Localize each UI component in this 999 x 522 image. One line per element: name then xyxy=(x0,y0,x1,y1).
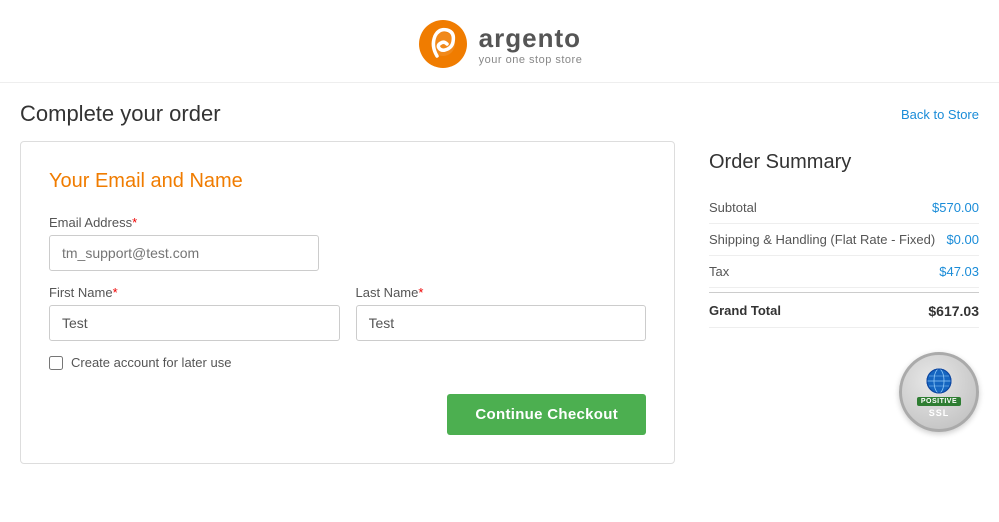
logo-icon xyxy=(417,18,469,70)
subtotal-value: $570.00 xyxy=(932,200,979,215)
last-name-required-star: * xyxy=(418,285,423,300)
email-group: Email Address* xyxy=(49,215,319,271)
tax-value: $47.03 xyxy=(939,264,979,279)
button-row: Continue Checkout xyxy=(49,394,646,435)
email-label: Email Address* xyxy=(49,215,319,230)
ssl-badge: POSITIVE SSL xyxy=(899,352,979,432)
email-input[interactable] xyxy=(49,235,319,271)
form-section-title: Your Email and Name xyxy=(49,170,646,193)
order-summary-title: Order Summary xyxy=(709,151,979,174)
first-name-label: First Name* xyxy=(49,285,340,300)
logo-tagline: your one stop store xyxy=(479,54,583,66)
main-content: Your Email and Name Email Address* First… xyxy=(20,141,979,464)
logo: argento your one stop store xyxy=(417,18,583,70)
order-summary-panel: Order Summary Subtotal $570.00 Shipping … xyxy=(699,141,979,432)
shipping-value: $0.00 xyxy=(946,232,979,247)
page-title: Complete your order xyxy=(20,101,221,127)
create-account-label[interactable]: Create account for later use xyxy=(71,355,231,370)
first-name-input[interactable] xyxy=(49,305,340,341)
tax-label: Tax xyxy=(709,264,939,279)
summary-shipping-row: Shipping & Handling (Flat Rate - Fixed) … xyxy=(709,224,979,256)
page-header: argento your one stop store xyxy=(0,0,999,83)
create-account-checkbox[interactable] xyxy=(49,356,63,370)
create-account-row: Create account for later use xyxy=(49,355,646,370)
shipping-label: Shipping & Handling (Flat Rate - Fixed) xyxy=(709,232,946,247)
logo-name: argento xyxy=(479,23,583,54)
checkout-form-panel: Your Email and Name Email Address* First… xyxy=(20,141,675,464)
name-row: First Name* Last Name* xyxy=(49,285,646,341)
ssl-ssl-text: SSL xyxy=(929,408,950,418)
grand-total-value: $617.03 xyxy=(928,303,979,319)
last-name-group: Last Name* xyxy=(356,285,647,341)
ssl-inner: POSITIVE SSL xyxy=(917,367,961,418)
first-name-required-star: * xyxy=(113,285,118,300)
last-name-label: Last Name* xyxy=(356,285,647,300)
logo-text-container: argento your one stop store xyxy=(479,23,583,66)
page-title-row: Complete your order Back to Store xyxy=(20,83,979,141)
last-name-input[interactable] xyxy=(356,305,647,341)
ssl-badge-container: POSITIVE SSL xyxy=(709,352,979,432)
ssl-positive-text: POSITIVE xyxy=(917,397,961,406)
summary-tax-row: Tax $47.03 xyxy=(709,256,979,288)
email-required-star: * xyxy=(132,215,137,230)
grand-total-label: Grand Total xyxy=(709,303,928,318)
continue-checkout-button[interactable]: Continue Checkout xyxy=(447,394,646,435)
back-to-store-link[interactable]: Back to Store xyxy=(901,107,979,122)
ssl-globe-icon xyxy=(925,367,953,395)
summary-grand-total-row: Grand Total $617.03 xyxy=(709,292,979,328)
first-name-group: First Name* xyxy=(49,285,340,341)
subtotal-label: Subtotal xyxy=(709,200,932,215)
summary-subtotal-row: Subtotal $570.00 xyxy=(709,192,979,224)
